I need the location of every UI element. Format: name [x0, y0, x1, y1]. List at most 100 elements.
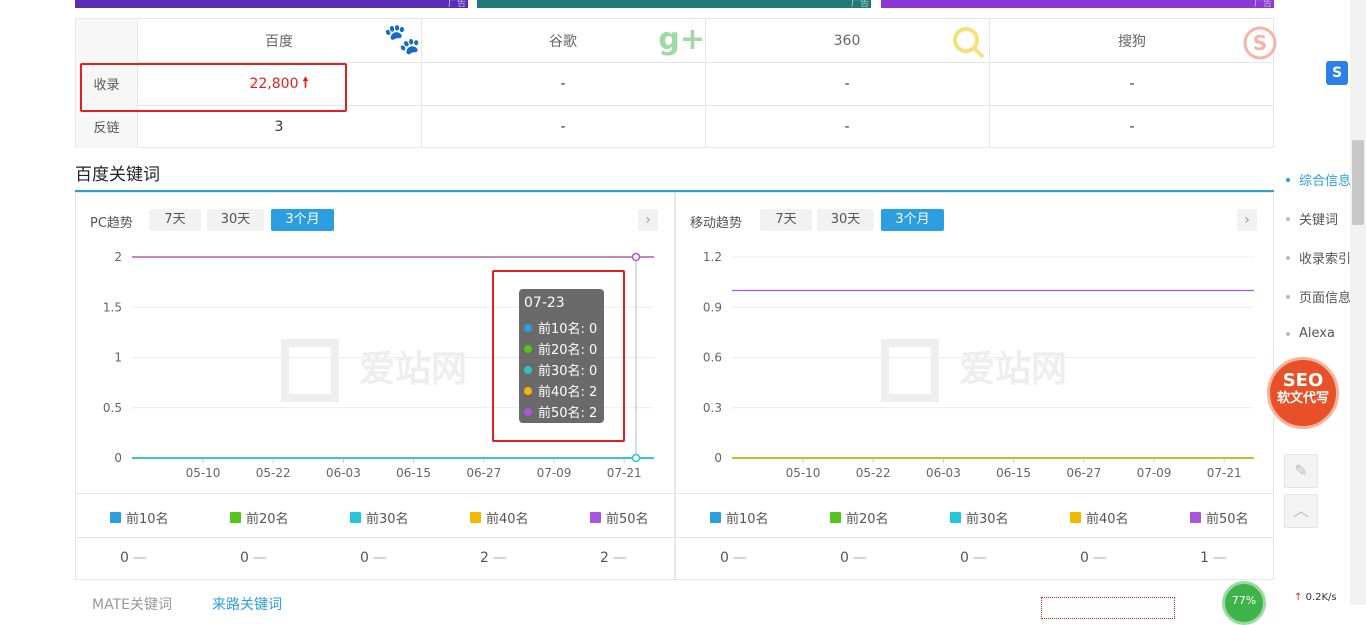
tab-referrer-keywords[interactable]: 来路关键词 [212, 594, 282, 614]
edit-pencil-icon[interactable]: ✎ [1284, 454, 1318, 488]
sidenav-item-keywords[interactable]: 关键词 [1286, 209, 1338, 228]
flat-trend-icon: — [372, 550, 387, 566]
scrollbar-thumb[interactable] [1352, 140, 1364, 225]
sidenav-item-page-info[interactable]: 页面信息 [1286, 287, 1351, 306]
x-tick-label: 05-10 [786, 466, 821, 480]
legend-label: 前30名 [966, 512, 1009, 527]
y-tick-label: 0 [714, 451, 722, 465]
x-tick-label: 07-09 [537, 466, 572, 480]
backlinks-google: - [421, 105, 706, 148]
legend-swatch [230, 512, 241, 523]
legend-value: 0— [120, 550, 147, 566]
header-blank [76, 19, 138, 62]
legend-item[interactable]: 前40名 [1070, 508, 1129, 527]
legend-item[interactable]: 前20名 [230, 508, 289, 527]
sogou-s-icon: S [1242, 25, 1278, 67]
sidenav-item-overview[interactable]: 综合信息 [1286, 170, 1351, 189]
pc-legend: 前10名 前20名 前30名 前40名 前50名 [76, 493, 674, 538]
header-label: 360 [833, 32, 861, 49]
extension-icon[interactable]: S [1326, 61, 1348, 85]
banner-ad-2[interactable]: 广告 [477, 0, 871, 9]
sidenav-label: 页面信息 [1299, 291, 1352, 306]
legend-label: 前20名 [846, 512, 889, 527]
legend-swatch [950, 512, 961, 523]
header-360: 360 [705, 19, 990, 62]
360-search-icon [951, 25, 985, 65]
watermark-text: 爱站网 [959, 349, 1067, 390]
legend-label: 前20名 [246, 512, 289, 527]
ad-label: 广告 [1253, 0, 1272, 9]
legend-value: 0— [960, 550, 987, 566]
x-tick-label: 06-03 [926, 466, 961, 480]
arrow-up-icon: ↑ [1294, 592, 1303, 603]
legend-item[interactable]: 前10名 [110, 508, 169, 527]
ad-label: 广告 [447, 0, 466, 9]
bullet-icon [1286, 294, 1290, 299]
y-tick-label: 0 [114, 451, 122, 465]
hover-point [631, 252, 641, 262]
header-label: 百度 [265, 33, 293, 50]
legend-swatch [1190, 512, 1201, 523]
y-tick-label: 0.9 [703, 300, 722, 314]
seo-badge-line1: SEO [1282, 370, 1324, 391]
legend-item[interactable]: 前30名 [350, 508, 409, 527]
legend-label: 前40名 [1086, 512, 1129, 527]
legend-item[interactable]: 前50名 [590, 508, 649, 527]
legend-label: 前10名 [126, 512, 169, 527]
indexed-360: - [705, 62, 990, 105]
legend-item[interactable]: 前30名 [950, 508, 1009, 527]
flat-trend-icon: — [132, 550, 147, 566]
bullet-icon [1286, 216, 1290, 221]
x-tick-label: 06-27 [466, 466, 501, 480]
legend-swatch [590, 512, 601, 523]
legend-value-number: 0 [1080, 550, 1089, 566]
x-tick-label: 05-22 [856, 466, 891, 480]
back-to-top-icon[interactable]: ︿ [1284, 494, 1318, 528]
legend-value-number: 0 [360, 550, 369, 566]
mobile-trend-panel: 移动趋势 7天 30天 3个月 › 0 0.3 0.6 0.9 1.2 爱站网 05-10 0… [675, 192, 1274, 580]
google-plus-icon: g+ [658, 22, 705, 57]
speed-rate-value: 0.2K/s [1305, 592, 1337, 603]
x-tick-label: 06-15 [996, 466, 1031, 480]
baidu-paw-icon: 🐾 [383, 22, 421, 57]
tab-mate-keywords[interactable]: MATE关键词 [92, 594, 172, 614]
legend-label: 前40名 [486, 512, 529, 527]
scrollbar-track[interactable] [1350, 0, 1366, 605]
y-tick-label: 1.2 [703, 250, 722, 264]
legend-value-number: 0 [720, 550, 729, 566]
legend-label: 前50名 [1206, 512, 1249, 527]
flat-trend-icon: — [1092, 550, 1107, 566]
legend-value-number: 0 [120, 550, 129, 566]
dotted-frame [1041, 597, 1175, 619]
legend-item[interactable]: 前20名 [830, 508, 889, 527]
bullet-icon [1286, 177, 1290, 182]
x-tick-label: 05-10 [186, 466, 221, 480]
indexed-sogou: - [1129, 75, 1135, 92]
y-tick-label: 2 [114, 250, 122, 264]
mobile-trend-chart[interactable]: 0 0.3 0.6 0.9 1.2 爱站网 05-10 05-22 06-03 06-15 06-2… [676, 193, 1273, 493]
sidenav-item-index[interactable]: 收录索引 [1286, 248, 1351, 267]
flat-trend-icon: — [852, 550, 867, 566]
header-sogou: 搜狗 S [990, 19, 1277, 62]
y-tick-label: 0.3 [703, 401, 722, 415]
legend-value-number: 2 [480, 550, 489, 566]
legend-value-number: 1 [1200, 550, 1209, 566]
speed-rate: ↑ 0.2K/s [1294, 592, 1337, 603]
banner-ad-3[interactable]: 广告 [881, 0, 1274, 9]
legend-item[interactable]: 前10名 [710, 508, 769, 527]
legend-value: 2— [480, 550, 507, 566]
legend-item[interactable]: 前50名 [1190, 508, 1249, 527]
x-tick-label: 07-21 [607, 466, 642, 480]
sidenav-item-alexa[interactable]: Alexa [1286, 326, 1335, 341]
speed-percent[interactable]: 77% [1222, 581, 1266, 625]
y-tick-label: 1 [114, 351, 122, 365]
x-tick-label: 05-22 [256, 466, 291, 480]
legend-item[interactable]: 前40名 [470, 508, 529, 527]
pc-legend-values: 0—0—0—2—2— [76, 537, 674, 580]
legend-value: 0— [240, 550, 267, 566]
header-baidu: 百度 🐾 [137, 19, 422, 62]
banner-ad-1[interactable]: 广告 [75, 0, 468, 9]
legend-value: 0— [360, 550, 387, 566]
legend-label: 前50名 [606, 512, 649, 527]
seo-ad-badge[interactable]: SEO 软文代写 [1267, 357, 1339, 429]
